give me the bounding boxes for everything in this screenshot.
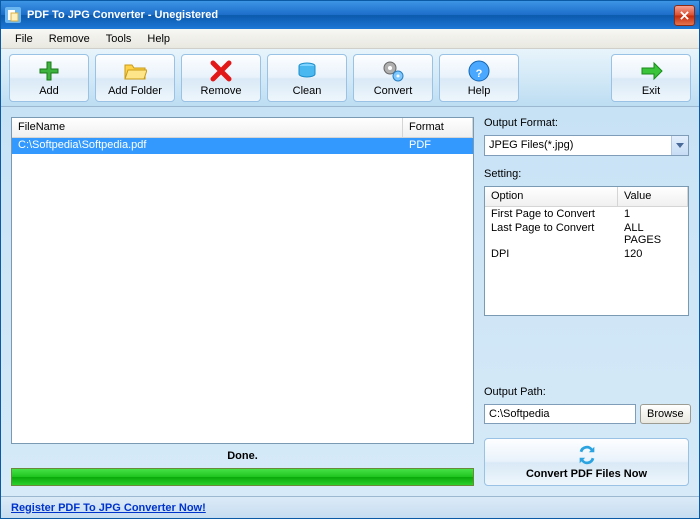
- setting-label: Setting:: [484, 168, 689, 180]
- chevron-down-icon: [676, 143, 684, 148]
- app-icon: [5, 7, 21, 23]
- convert-icon: [576, 444, 598, 466]
- settings-table[interactable]: Option Value First Page to Convert 1 Las…: [484, 186, 689, 316]
- clean-button[interactable]: Clean: [267, 54, 347, 102]
- status-text: Done.: [11, 448, 474, 464]
- menubar: File Remove Tools Help: [1, 29, 699, 49]
- progress-bar: [11, 468, 474, 486]
- setting-option: Last Page to Convert: [485, 221, 618, 247]
- remove-label: Remove: [201, 85, 242, 97]
- setting-option: DPI: [485, 247, 618, 261]
- file-row-name: C:\Softpedia\Softpedia.pdf: [12, 138, 403, 154]
- clean-label: Clean: [293, 85, 322, 97]
- add-button[interactable]: Add: [9, 54, 89, 102]
- output-path-label: Output Path:: [484, 386, 689, 398]
- footer: Register PDF To JPG Converter Now!: [1, 496, 699, 518]
- remove-icon: [209, 59, 233, 83]
- col-option[interactable]: Option: [485, 187, 618, 206]
- gears-icon: [381, 59, 405, 83]
- remove-button[interactable]: Remove: [181, 54, 261, 102]
- menu-remove[interactable]: Remove: [41, 31, 98, 47]
- setting-value: 120: [618, 247, 688, 261]
- toolbar: Add Add Folder Remove Clean Convert ? He…: [1, 49, 699, 107]
- menu-file[interactable]: File: [7, 31, 41, 47]
- convert-button[interactable]: Convert: [353, 54, 433, 102]
- file-row[interactable]: C:\Softpedia\Softpedia.pdf PDF: [12, 138, 473, 154]
- add-folder-button[interactable]: Add Folder: [95, 54, 175, 102]
- setting-value: ALL PAGES: [618, 221, 688, 247]
- settings-header: Option Value: [485, 187, 688, 207]
- help-label: Help: [468, 85, 491, 97]
- left-pane: FileName Format C:\Softpedia\Softpedia.p…: [11, 117, 474, 486]
- app-window: PDF To JPG Converter - Unegistered File …: [0, 0, 700, 519]
- setting-row[interactable]: First Page to Convert 1: [485, 207, 688, 221]
- menu-tools[interactable]: Tools: [98, 31, 140, 47]
- help-button[interactable]: ? Help: [439, 54, 519, 102]
- file-row-format: PDF: [403, 138, 473, 154]
- output-format-label: Output Format:: [484, 117, 689, 129]
- output-format-select[interactable]: JPEG Files(*.jpg): [484, 135, 689, 156]
- convert-label: Convert: [374, 85, 413, 97]
- close-icon: [680, 11, 689, 20]
- add-label: Add: [39, 85, 59, 97]
- exit-icon: [639, 59, 663, 83]
- add-folder-label: Add Folder: [108, 85, 162, 97]
- exit-button[interactable]: Exit: [611, 54, 691, 102]
- convert-now-button[interactable]: Convert PDF Files Now: [484, 438, 689, 486]
- file-list[interactable]: FileName Format C:\Softpedia\Softpedia.p…: [11, 117, 474, 444]
- file-list-header: FileName Format: [12, 118, 473, 138]
- setting-row[interactable]: DPI 120: [485, 247, 688, 261]
- setting-row[interactable]: Last Page to Convert ALL PAGES: [485, 221, 688, 247]
- dropdown-button[interactable]: [671, 136, 688, 155]
- close-button[interactable]: [674, 5, 695, 26]
- setting-option: First Page to Convert: [485, 207, 618, 221]
- col-format[interactable]: Format: [403, 118, 473, 137]
- progress-fill: [12, 469, 473, 485]
- output-path-input[interactable]: [484, 404, 636, 424]
- folder-icon: [123, 59, 147, 83]
- window-title: PDF To JPG Converter - Unegistered: [27, 9, 674, 21]
- titlebar[interactable]: PDF To JPG Converter - Unegistered: [1, 1, 699, 29]
- convert-now-label: Convert PDF Files Now: [526, 468, 647, 480]
- right-pane: Output Format: JPEG Files(*.jpg) Setting…: [484, 117, 689, 486]
- col-value[interactable]: Value: [618, 187, 688, 206]
- browse-button[interactable]: Browse: [640, 404, 691, 424]
- plus-icon: [37, 59, 61, 83]
- exit-label: Exit: [642, 85, 660, 97]
- col-filename[interactable]: FileName: [12, 118, 403, 137]
- output-format-value: JPEG Files(*.jpg): [485, 136, 671, 155]
- register-link[interactable]: Register PDF To JPG Converter Now!: [11, 502, 206, 514]
- output-path-row: Browse: [484, 404, 689, 424]
- svg-text:?: ?: [476, 68, 483, 80]
- menu-help[interactable]: Help: [139, 31, 178, 47]
- clean-icon: [295, 59, 319, 83]
- help-icon: ?: [467, 59, 491, 83]
- setting-value: 1: [618, 207, 688, 221]
- content-area: FileName Format C:\Softpedia\Softpedia.p…: [1, 107, 699, 496]
